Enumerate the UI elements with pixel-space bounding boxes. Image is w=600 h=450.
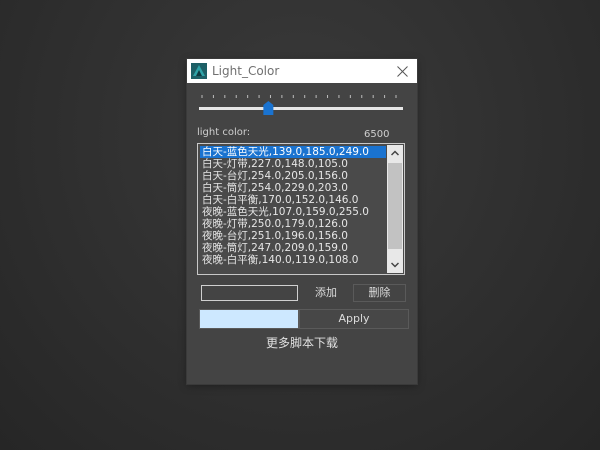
apply-button[interactable]: Apply [299, 309, 409, 329]
list-item[interactable]: 白天-白平衡,170.0,152.0,146.0 [200, 194, 386, 206]
list-item[interactable]: 夜晚-台灯,251.0,196.0,156.0 [200, 230, 386, 242]
app-icon [191, 63, 207, 79]
slider-track[interactable] [199, 107, 403, 110]
scroll-up-button[interactable] [387, 145, 403, 161]
list-item[interactable]: 夜晚-白平衡,140.0,119.0,108.0 [200, 254, 386, 266]
close-icon [397, 66, 408, 77]
slider-thumb[interactable] [263, 101, 274, 115]
scroll-thumb[interactable] [388, 163, 402, 249]
preset-name-input[interactable] [201, 285, 298, 301]
color-temperature-slider[interactable] [197, 91, 407, 119]
scroll-down-button[interactable] [387, 257, 403, 273]
list-item[interactable]: 白天-台灯,254.0,205.0,156.0 [200, 170, 386, 182]
light-color-label: light color: [197, 127, 251, 138]
chevron-up-icon [391, 150, 399, 156]
list-item[interactable]: 夜晚-筒灯,247.0,209.0,159.0 [200, 242, 386, 254]
window-title: Light_Color [212, 64, 280, 78]
close-button[interactable] [387, 59, 417, 83]
add-button[interactable]: 添加 [300, 284, 352, 302]
light-color-dialog: Light_Color light color: 6500 白天-蓝色天光,13… [187, 59, 417, 384]
slider-ticks [201, 95, 397, 98]
list-item[interactable]: 白天-蓝色天光,139.0,185.0,249.0 [200, 146, 386, 158]
chevron-down-icon [391, 262, 399, 268]
preset-list: 白天-蓝色天光,139.0,185.0,249.0 白天-灯带,227.0,148… [200, 146, 386, 266]
more-scripts-link[interactable]: 更多脚本下载 [187, 334, 417, 351]
list-item[interactable]: 白天-筒灯,254.0,229.0,203.0 [200, 182, 386, 194]
title-bar[interactable]: Light_Color [187, 59, 417, 83]
list-scrollbar[interactable] [387, 145, 403, 273]
preset-listbox[interactable]: 白天-蓝色天光,139.0,185.0,249.0 白天-灯带,227.0,148… [197, 143, 405, 275]
list-item[interactable]: 夜晚-蓝色天光,107.0,159.0,255.0 [200, 206, 386, 218]
color-swatch[interactable] [199, 309, 299, 329]
list-item[interactable]: 夜晚-灯带,250.0,179.0,126.0 [200, 218, 386, 230]
light-color-value: 6500 [364, 129, 390, 140]
delete-button[interactable]: 删除 [353, 284, 406, 302]
list-item[interactable]: 白天-灯带,227.0,148.0,105.0 [200, 158, 386, 170]
